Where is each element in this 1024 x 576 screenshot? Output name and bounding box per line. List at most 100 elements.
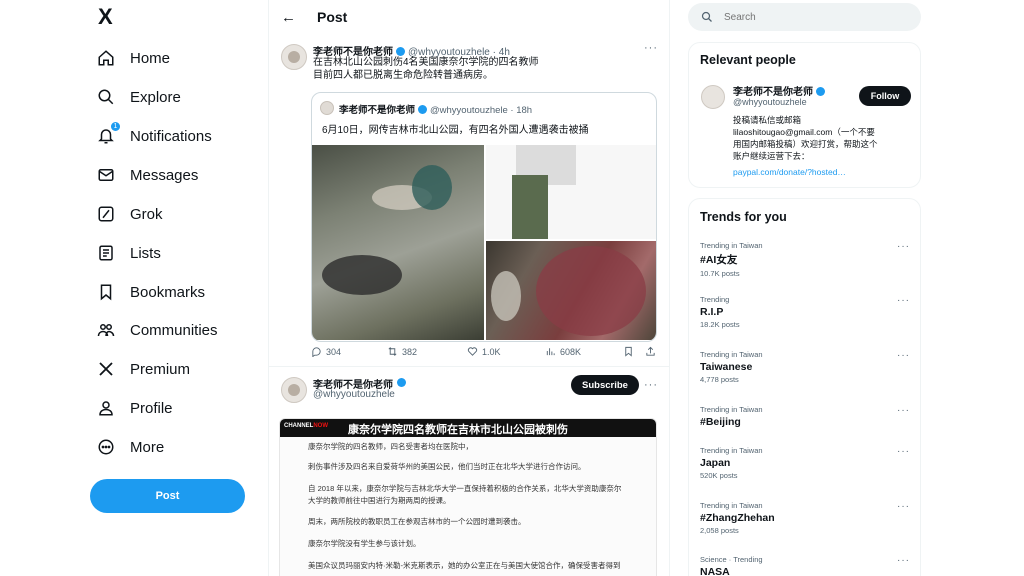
bookmark-icon (625, 346, 632, 357)
nav-label-notifications: Notifications (130, 127, 212, 145)
news-paragraph: 美国众议员玛丽安内特·米勒-米克斯表示，她的办公室正在与美国大使馆合作，确保受害… (308, 561, 621, 570)
news-paragraph: 康奈尔学院的四名教师，四名受害者均在医院中， (308, 442, 473, 451)
share-button[interactable] (645, 346, 656, 357)
nav-item-profile[interactable]: Profile (96, 393, 173, 423)
repost-count: 382 (402, 346, 418, 357)
tweet-author[interactable]: 李老师不是你老师 @whyyoutouzhele · 4h (313, 43, 510, 58)
trend-item[interactable]: Trending in Taiwan #AI女友 10.7K posts ··· (700, 241, 910, 278)
left-nav: X Home Explore 1 Notifications Messages … (88, 0, 268, 576)
more-options-icon[interactable]: ··· (897, 241, 910, 252)
news-paragraph: 刺伤事件涉及四名来自爱荷华州的美国公民，他们当时正在北华大学进行合作访问。 (308, 462, 586, 471)
trend-item[interactable]: Trending in Taiwan #ZhangZhehan 2,058 po… (700, 501, 910, 535)
bio-link[interactable]: paypal.com/donate/?hosted… (733, 167, 846, 178)
nav-label-explore: Explore (130, 88, 181, 106)
media-photo-1[interactable] (312, 145, 484, 340)
media-photo-2[interactable] (486, 145, 656, 239)
trend-name: #AI女友 (700, 254, 738, 266)
trend-item[interactable]: Science · Trending NASA ··· (700, 555, 910, 576)
person-icon (96, 398, 116, 418)
quoted-tweet[interactable]: 李老师不是你老师 @whyyoutouzhele · 18h 6月10日，网传吉林… (311, 92, 657, 342)
bio-line: lilaoshitougao@gmail.com（一个不要 (733, 127, 875, 137)
nav-item-bookmarks[interactable]: Bookmarks (96, 277, 205, 307)
avatar[interactable] (281, 44, 307, 70)
avatar[interactable] (701, 85, 725, 109)
reply-button[interactable]: 304 (311, 346, 341, 357)
nav-label-messages: Messages (130, 166, 199, 184)
nav-item-explore[interactable]: Explore (96, 82, 181, 112)
trend-item[interactable]: Trending in Taiwan #Beijing ··· (700, 405, 910, 428)
news-screenshot-image[interactable]: CHANNELNOW 康奈尔学院四名教师在吉林市北山公园被刺伤 康奈尔学院的四名… (279, 418, 657, 576)
page-title: Post (317, 9, 348, 25)
bookmark-icon (96, 282, 116, 302)
bell-icon: 1 (96, 122, 120, 146)
bookmark-button[interactable] (623, 346, 634, 357)
follow-button[interactable]: Follow (859, 86, 911, 106)
list-icon (96, 243, 116, 263)
views-button[interactable]: 608K (545, 346, 581, 357)
right-sidebar: Relevant people 李老师不是你老师 @whyyoutouzhele… (688, 0, 921, 576)
notification-badge: 1 (111, 122, 120, 131)
relevant-people-card: Relevant people 李老师不是你老师 @whyyoutouzhele… (688, 42, 921, 188)
channel-logo: CHANNELNOW (284, 423, 329, 429)
trend-name: Japan (700, 457, 731, 469)
subscribe-button[interactable]: Subscribe (571, 375, 639, 395)
media-photo-3[interactable] (486, 241, 656, 340)
nav-label-more: More (130, 438, 165, 456)
more-options-icon[interactable]: ··· (897, 295, 910, 306)
trend-count: 2,058 posts (700, 526, 739, 535)
verified-badge-icon (816, 87, 825, 96)
nav-item-home[interactable]: Home (96, 43, 170, 73)
trend-meta: Trending in Taiwan (700, 446, 763, 455)
repost-button[interactable]: 382 (387, 346, 417, 357)
nav-item-messages[interactable]: Messages (96, 160, 198, 190)
trend-item[interactable]: Trending R.I.P 18.2K posts ··· (700, 295, 910, 329)
nav-item-communities[interactable]: Communities (96, 315, 218, 345)
mail-icon (96, 165, 116, 185)
more-options-icon[interactable]: ··· (644, 379, 658, 391)
nav-label-profile: Profile (130, 399, 173, 417)
nav-item-premium[interactable]: Premium (96, 354, 190, 384)
nav-item-lists[interactable]: Lists (96, 238, 161, 268)
communities-icon (96, 320, 116, 340)
trend-count: 4,778 posts (700, 375, 739, 384)
news-paragraph: 周末，两所院校的教职员工在参观吉林市的一个公园时遭到袭击。 (308, 517, 526, 526)
trend-item[interactable]: Trending in Taiwan Taiwanese 4,778 posts… (700, 350, 910, 384)
divider-right (669, 0, 670, 576)
trend-count: 18.2K posts (700, 320, 740, 329)
like-button[interactable]: 1.0K (467, 346, 501, 357)
views-chart-icon (546, 348, 555, 356)
avatar[interactable] (281, 377, 307, 403)
more-options-icon[interactable]: ··· (897, 446, 910, 457)
verified-badge-icon (396, 47, 405, 56)
search-bar[interactable] (688, 3, 921, 31)
trend-count: 10.7K posts (700, 269, 740, 278)
nav-label-premium: Premium (130, 360, 191, 378)
news-banner: CHANNELNOW 康奈尔学院四名教师在吉林市北山公园被刺伤 (280, 419, 656, 437)
nav-item-notifications[interactable]: 1 Notifications (96, 121, 212, 151)
heart-icon (467, 347, 478, 356)
search-input[interactable] (724, 9, 904, 25)
trend-meta: Science · Trending (700, 555, 763, 564)
relevant-person-name[interactable]: 李老师不是你老师 (733, 83, 828, 98)
more-options-icon[interactable]: ··· (644, 42, 658, 54)
more-options-icon[interactable]: ··· (897, 501, 910, 512)
tweet-actions: 304 382 1.0K 608K (311, 346, 657, 360)
x-logo-icon[interactable]: X (98, 6, 120, 28)
trend-meta: Trending in Taiwan (700, 405, 763, 414)
back-arrow-icon[interactable]: ← (281, 10, 297, 26)
x-icon (96, 359, 116, 379)
bio-line: 投稿请私信或邮箱 (733, 115, 802, 125)
search-icon (701, 11, 712, 22)
trend-count: 520K posts (700, 471, 738, 480)
nav-label-lists: Lists (130, 244, 161, 262)
more-options-icon[interactable]: ··· (897, 405, 910, 416)
nav-item-grok[interactable]: Grok (96, 199, 163, 229)
more-options-icon[interactable]: ··· (897, 350, 910, 361)
nav-item-more[interactable]: More (96, 432, 164, 462)
post-button[interactable]: Post (90, 479, 245, 513)
tweet2-author-handle: @whyyoutouzhele (313, 389, 395, 400)
more-options-icon[interactable]: ··· (897, 555, 910, 566)
nav-label-grok: Grok (130, 205, 163, 223)
relevant-people-title: Relevant people (700, 53, 796, 67)
trend-item[interactable]: Trending in Taiwan Japan 520K posts ··· (700, 446, 910, 480)
